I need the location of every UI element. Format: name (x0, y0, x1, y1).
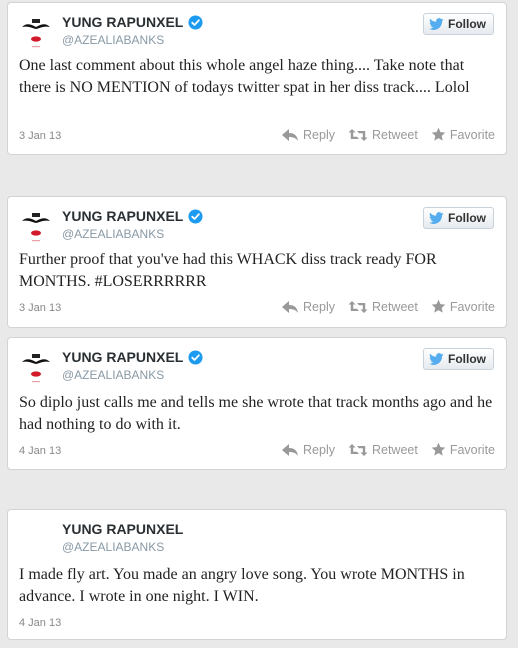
avatar[interactable] (18, 350, 54, 386)
favorite-star-icon (431, 299, 446, 314)
follow-button[interactable]: Follow (423, 348, 494, 370)
reply-button[interactable]: Reply (281, 300, 335, 314)
retweet-button[interactable]: Retweet (348, 300, 418, 314)
reply-arrow-icon (281, 128, 299, 142)
twitter-bird-icon (429, 212, 444, 225)
verified-badge-icon (188, 15, 203, 30)
favorite-star-icon (431, 127, 446, 142)
favorite-star-icon (431, 442, 446, 457)
favorite-button[interactable]: Favorite (431, 442, 495, 457)
user-handle[interactable]: @AZEALIABANKS (62, 227, 164, 241)
tweet-text: So diplo just calls me and tells me she … (19, 394, 493, 433)
avatar[interactable] (18, 15, 54, 51)
verified-badge-icon (188, 209, 203, 224)
display-name[interactable]: YUNG RAPUNXEL (62, 208, 203, 224)
reply-arrow-icon (281, 300, 299, 314)
tweet-text: One last comment about this whole angel … (19, 57, 470, 96)
tweet-card: YUNG RAPUNXEL @AZEALIABANKS I made fly a… (7, 509, 507, 640)
follow-button[interactable]: Follow (423, 13, 494, 35)
avatar[interactable] (18, 209, 54, 245)
retweet-icon (348, 128, 368, 142)
tweet-date[interactable]: 3 Jan 13 (19, 130, 61, 142)
retweet-icon (348, 300, 368, 314)
tweet-date[interactable]: 4 Jan 13 (19, 445, 61, 457)
user-handle[interactable]: @AZEALIABANKS (62, 33, 164, 47)
user-handle[interactable]: @AZEALIABANKS (62, 540, 164, 554)
tweet-card: YUNG RAPUNXEL @AZEALIABANKS Follow One l… (7, 2, 507, 155)
display-name[interactable]: YUNG RAPUNXEL (62, 14, 203, 30)
twitter-bird-icon (429, 353, 444, 366)
retweet-button[interactable]: Retweet (348, 443, 418, 457)
reply-arrow-icon (281, 443, 299, 457)
tweet-date[interactable]: 4 Jan 13 (19, 617, 61, 629)
tweet-actions: Reply Retweet Favorite (268, 127, 495, 142)
tweet-card: YUNG RAPUNXEL @AZEALIABANKS Follow So di… (7, 337, 507, 470)
tweet-actions: Reply Retweet Favorite (268, 299, 495, 314)
tweet-text: Further proof that you've had this WHACK… (19, 251, 437, 290)
tweet-text: I made fly art. You made an angry love s… (19, 566, 465, 605)
tweet-card: YUNG RAPUNXEL @AZEALIABANKS Follow Furth… (7, 196, 507, 328)
favorite-button[interactable]: Favorite (431, 127, 495, 142)
reply-button[interactable]: Reply (281, 128, 335, 142)
reply-button[interactable]: Reply (281, 443, 335, 457)
favorite-button[interactable]: Favorite (431, 299, 495, 314)
user-handle[interactable]: @AZEALIABANKS (62, 368, 164, 382)
retweet-button[interactable]: Retweet (348, 128, 418, 142)
display-name[interactable]: YUNG RAPUNXEL (62, 521, 183, 537)
twitter-bird-icon (429, 18, 444, 31)
verified-badge-icon (188, 350, 203, 365)
retweet-icon (348, 443, 368, 457)
tweet-actions: Reply Retweet Favorite (268, 442, 495, 457)
follow-button[interactable]: Follow (423, 207, 494, 229)
display-name[interactable]: YUNG RAPUNXEL (62, 349, 203, 365)
tweet-date[interactable]: 3 Jan 13 (19, 302, 61, 314)
